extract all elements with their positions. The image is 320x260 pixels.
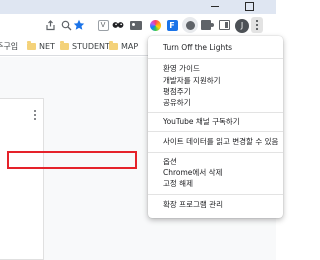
extension-eyes-icon[interactable] xyxy=(112,19,124,31)
folder-icon xyxy=(27,40,36,50)
extension-context-menu: Turn Off the Lights 환영 가이드 개발자를 지원하기 평점주… xyxy=(148,36,283,218)
menu-item-unpin[interactable]: 고정 해제 xyxy=(163,178,193,190)
menu-item-welcome-guide[interactable]: 환영 가이드 xyxy=(163,63,200,75)
extension-f-icon[interactable]: F xyxy=(166,19,178,31)
side-panel-icon[interactable] xyxy=(218,19,230,31)
extension-v-icon[interactable]: V xyxy=(97,19,109,31)
turn-off-the-lights-icon[interactable] xyxy=(182,17,198,33)
folder-icon xyxy=(109,40,118,50)
bookmark-star-icon[interactable] xyxy=(73,19,85,31)
menu-divider xyxy=(148,58,283,59)
extension-color-icon[interactable] xyxy=(149,19,161,31)
extension-image-icon[interactable] xyxy=(130,19,142,31)
content-card xyxy=(0,98,44,260)
minimize-icon[interactable] xyxy=(210,2,220,11)
options-highlight-box xyxy=(7,151,137,169)
bookmark-item[interactable]: 주구입 xyxy=(0,40,18,52)
menu-divider xyxy=(148,194,283,195)
menu-item-site-access[interactable]: 사이트 데이터를 읽고 변경할 수 있음 xyxy=(163,136,278,148)
window-titlebar xyxy=(0,0,276,14)
menu-item-manage-extensions[interactable]: 확장 프로그램 관리 xyxy=(163,199,223,211)
zoom-icon[interactable] xyxy=(60,19,72,31)
extensions-puzzle-icon[interactable] xyxy=(200,19,214,31)
menu-divider xyxy=(148,131,283,132)
bookmark-folder-student[interactable]: STUDENT xyxy=(60,40,110,52)
menu-item-youtube-subscribe[interactable]: YouTube 채널 구독하기 xyxy=(163,116,240,128)
bookmark-folder-map[interactable]: MAP xyxy=(109,40,138,52)
share-icon[interactable] xyxy=(44,19,56,31)
menu-divider xyxy=(148,152,283,153)
chrome-menu-icon[interactable] xyxy=(251,17,263,33)
menu-item-extension-name[interactable]: Turn Off the Lights xyxy=(163,42,232,54)
more-options-icon[interactable] xyxy=(33,109,37,121)
menu-item-share[interactable]: 공유하기 xyxy=(163,97,191,109)
maximize-icon[interactable] xyxy=(244,2,254,11)
folder-icon xyxy=(60,40,69,50)
menu-divider xyxy=(148,112,283,113)
profile-avatar[interactable]: J xyxy=(235,19,249,33)
bookmark-folder-net[interactable]: NET xyxy=(27,40,55,52)
